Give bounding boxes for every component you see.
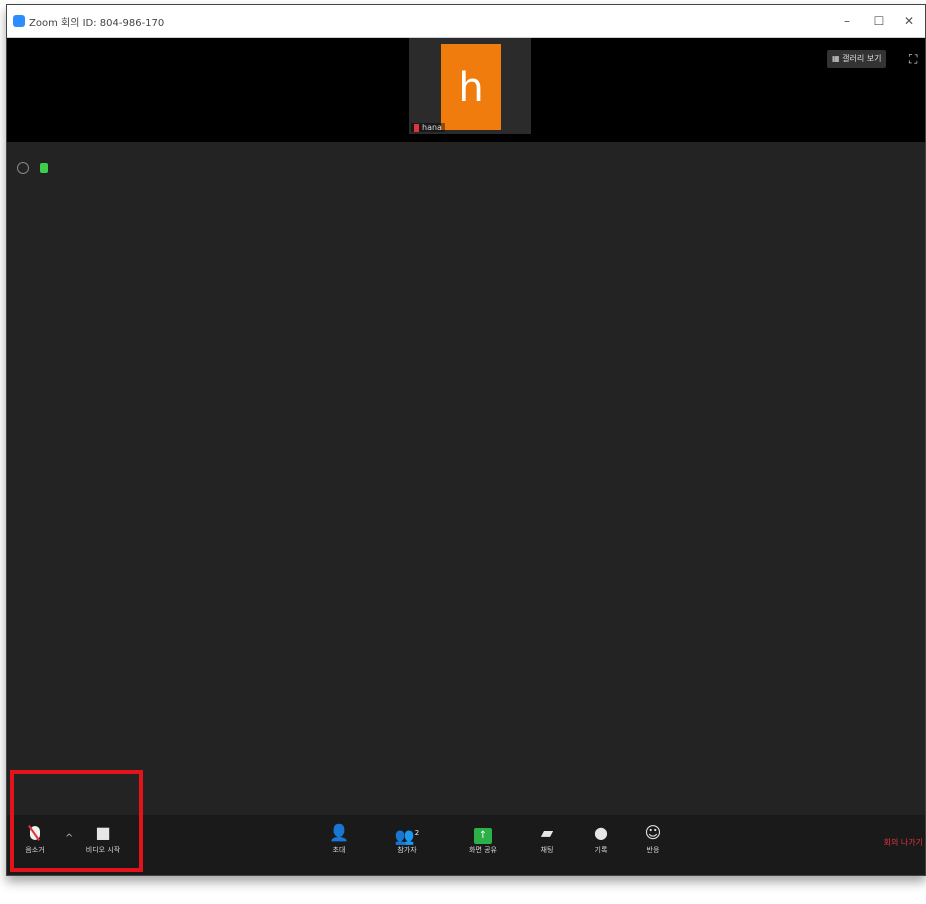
meeting-toolbar: 음소거 ^ ■ 비디오 시작 👤 초대 👥2 참가자 ↑ 화면 공유 ▰ 채팅 …	[7, 815, 925, 875]
chat-label: 채팅	[540, 846, 554, 854]
avatar: h	[441, 44, 501, 130]
participants-label: 참가자	[397, 846, 417, 854]
record-label: 기록	[594, 846, 608, 854]
fullscreen-icon[interactable]: ⛶	[909, 52, 917, 67]
zoom-app-icon	[13, 15, 25, 27]
gallery-view-icon: ▦	[832, 54, 843, 63]
share-label: 화면 공유	[469, 846, 497, 854]
leave-meeting-button[interactable]: 회의 나가기	[884, 837, 923, 848]
reactions-label: 반응	[646, 846, 660, 854]
record-button[interactable]: ● 기록	[571, 823, 631, 855]
participant-strip: h hana ▦ 갤러리 보기 ⛶	[7, 38, 925, 142]
info-icon[interactable]	[17, 161, 29, 174]
gallery-view-button[interactable]: ▦ 갤러리 보기	[827, 50, 887, 68]
highlight-box	[10, 770, 143, 872]
meeting-status-icons	[17, 157, 49, 176]
reactions-icon: ☺	[644, 823, 662, 842]
record-icon: ●	[594, 823, 608, 842]
participants-button[interactable]: 👥2 참가자	[377, 823, 437, 855]
chat-button[interactable]: ▰ 채팅	[517, 823, 577, 855]
chat-icon: ▰	[540, 823, 554, 842]
reactions-button[interactable]: ☺ 반응	[623, 823, 683, 855]
invite-label: 초대	[332, 846, 346, 854]
participant-name-text: hana	[422, 123, 442, 132]
maximize-button[interactable]: ☐	[865, 11, 893, 31]
share-screen-button[interactable]: ↑ 화면 공유	[453, 823, 513, 855]
minimize-button[interactable]: –	[833, 11, 861, 31]
title-bar: Zoom 회의 ID: 804-986-170 – ☐ ✕	[7, 5, 925, 38]
participant-name: hana	[411, 123, 445, 132]
participant-thumbnail[interactable]: h hana	[409, 38, 531, 134]
invite-button[interactable]: 👤 초대	[309, 823, 369, 855]
zoom-meeting-window: Zoom 회의 ID: 804-986-170 – ☐ ✕ h hana ▦ 갤…	[6, 4, 926, 876]
participants-icon: 👥2	[394, 826, 420, 846]
lock-icon[interactable]	[40, 162, 49, 173]
close-button[interactable]: ✕	[895, 11, 923, 31]
window-title: Zoom 회의 ID: 804-986-170	[29, 18, 165, 29]
mic-muted-indicator-icon	[414, 123, 419, 132]
invite-icon: 👤	[329, 823, 349, 842]
share-screen-icon: ↑	[453, 823, 513, 845]
participants-count: 2	[414, 829, 420, 837]
gallery-view-label: 갤러리 보기	[842, 54, 882, 63]
